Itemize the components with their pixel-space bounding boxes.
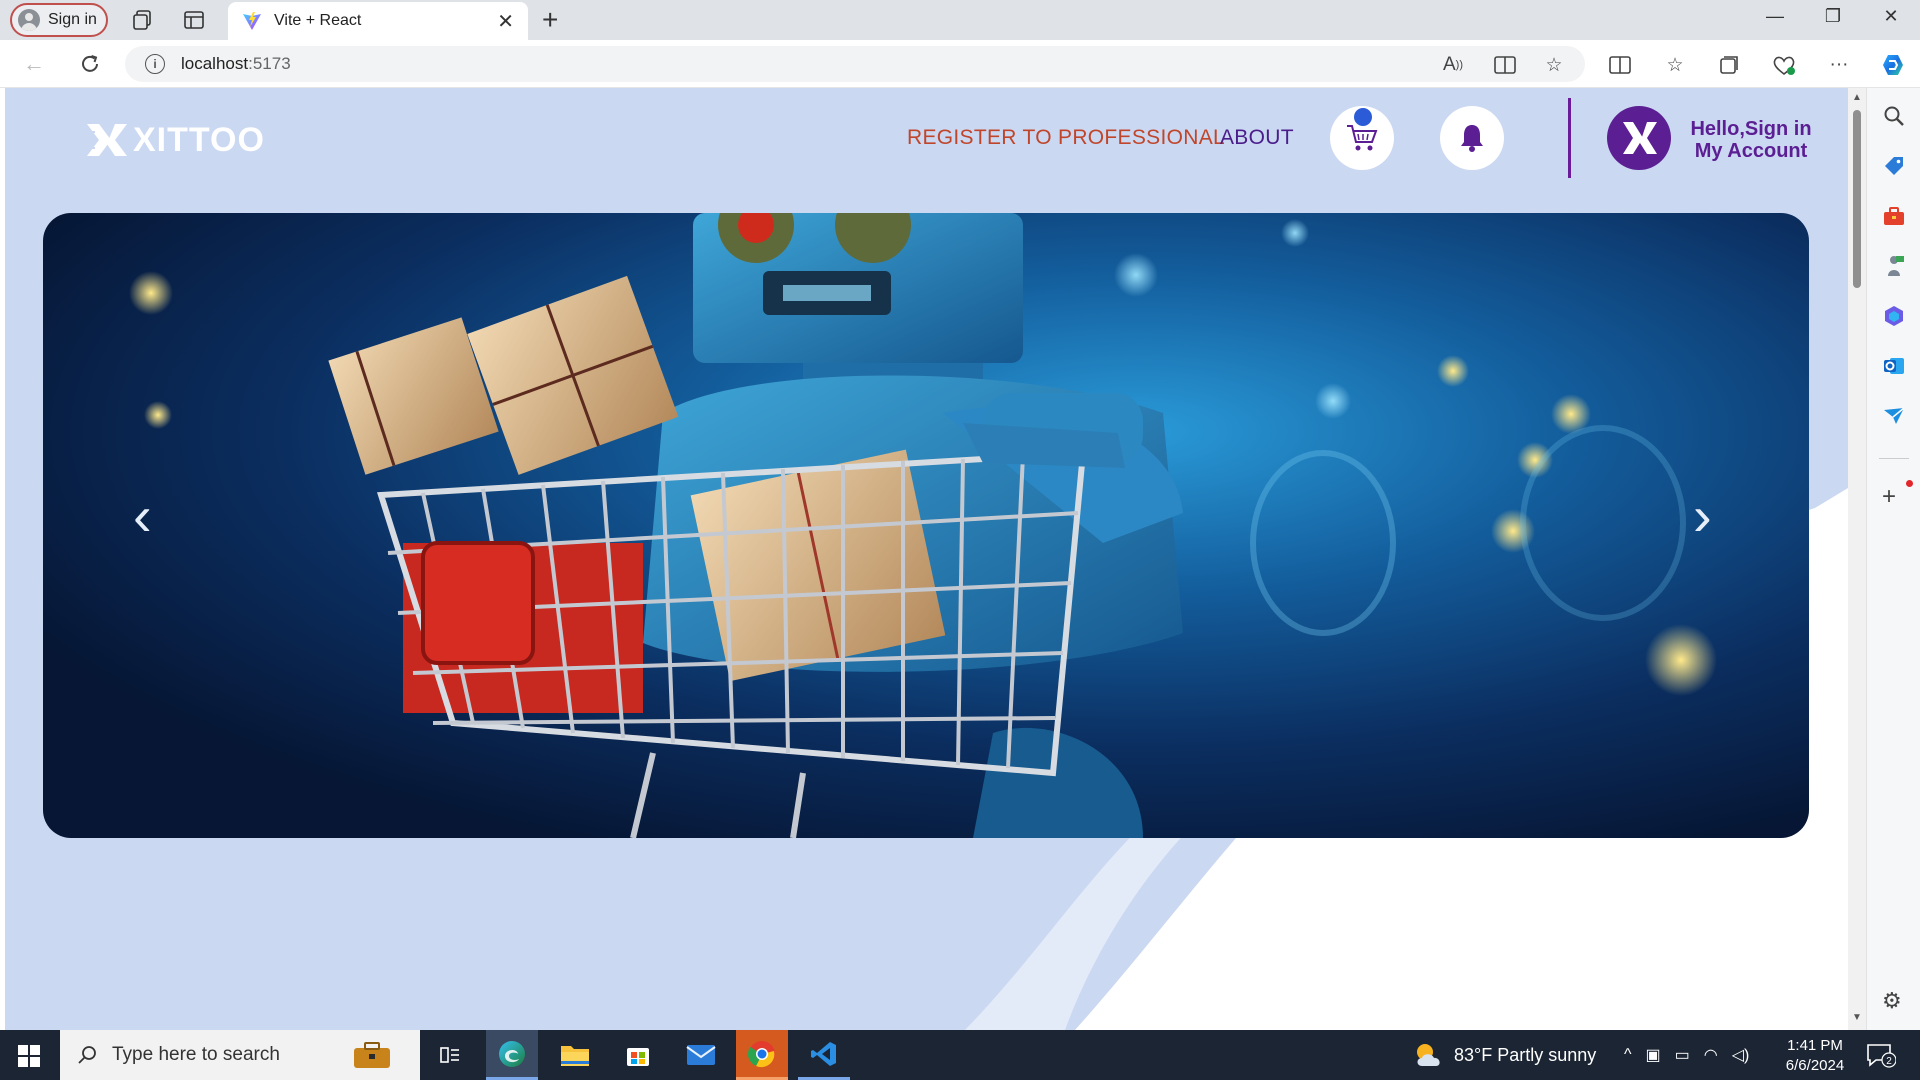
chevron-up-icon[interactable]: ^ <box>1624 1046 1632 1064</box>
hero-carousel: ‹ › <box>43 213 1809 838</box>
profile-avatar-icon <box>18 9 40 31</box>
clock-time: 1:41 PM <box>1787 1037 1843 1054</box>
games-icon[interactable] <box>1882 254 1906 278</box>
start-button-icon[interactable] <box>18 1045 40 1067</box>
taskbar-search[interactable]: Type here to search <box>60 1030 420 1080</box>
vite-favicon-icon <box>243 12 261 30</box>
scroll-thumb[interactable] <box>1853 110 1861 288</box>
xittoo-logo-icon <box>81 124 127 156</box>
notification-count: 2 <box>1886 1056 1892 1067</box>
weather-text: 83°F Partly sunny <box>1454 1044 1597 1065</box>
add-icon[interactable]: + <box>1882 483 1896 511</box>
profile-button[interactable]: Sign in <box>10 3 108 37</box>
taskbar-clock[interactable]: 1:41 PM 6/6/2024 <box>1770 1036 1860 1076</box>
wifi-icon[interactable]: ◠ <box>1704 1045 1718 1065</box>
account-label: My Account <box>1694 140 1808 162</box>
xittoo-avatar-icon <box>1623 122 1657 154</box>
tab-close-icon[interactable]: ✕ <box>497 9 514 34</box>
browser-essentials-icon[interactable] <box>1771 52 1797 78</box>
sidebar-separator <box>1879 458 1909 459</box>
hero-robot-cart-image <box>129 213 1717 838</box>
search-icon <box>78 1046 96 1064</box>
brand-name: XITTOO <box>133 120 265 159</box>
xittoo-page: XITTOO REGISTER TO PROFESSIONAL ABOUT He… <box>5 88 1848 1030</box>
scroll-up-icon[interactable]: ▲ <box>1852 92 1862 103</box>
profile-label: Sign in <box>48 11 97 28</box>
notifications-button[interactable] <box>1440 106 1504 170</box>
outlook-icon[interactable] <box>1882 354 1906 378</box>
immersive-reader-icon[interactable] <box>1492 52 1518 78</box>
address-toolbar: ← i localhost:5173 A)) ☆ ☆ ··· <box>0 40 1920 88</box>
url-field[interactable]: i localhost:5173 <box>125 46 1585 82</box>
volume-icon[interactable]: ◁) <box>1732 1045 1750 1065</box>
settings-icon[interactable]: ⚙ <box>1882 988 1902 1014</box>
tab-active[interactable]: Vite + React ✕ <box>228 2 528 40</box>
collections-icon[interactable] <box>1716 52 1742 78</box>
bell-icon <box>1461 125 1483 152</box>
header-divider <box>1568 98 1571 178</box>
scroll-down-icon[interactable]: ▼ <box>1852 1012 1862 1023</box>
favorites-icon[interactable]: ☆ <box>1662 52 1688 78</box>
tools-icon[interactable] <box>1882 204 1906 228</box>
taskbar-search-placeholder: Type here to search <box>112 1044 280 1065</box>
shopping-tag-icon[interactable] <box>1882 154 1906 178</box>
site-info-icon[interactable]: i <box>145 54 165 74</box>
url-host: localhost <box>181 54 249 73</box>
page-viewport: XITTOO REGISTER TO PROFESSIONAL ABOUT He… <box>0 88 1866 1030</box>
account-avatar[interactable] <box>1607 106 1671 170</box>
search-icon[interactable] <box>1882 104 1906 128</box>
nav-register-professional[interactable]: REGISTER TO PROFESSIONAL <box>907 126 1225 150</box>
notification-center-icon[interactable]: 2 <box>1866 1030 1896 1080</box>
site-logo[interactable]: XITTOO <box>81 120 265 160</box>
send-icon[interactable] <box>1882 404 1906 428</box>
restore-icon[interactable]: ❐ <box>1818 6 1848 27</box>
cart-icon <box>1347 125 1378 151</box>
browser-sidebar: + ⚙ <box>1866 88 1920 1030</box>
battery-icon[interactable]: ▭ <box>1675 1045 1690 1065</box>
meet-now-icon[interactable]: ▣ <box>1646 1045 1661 1065</box>
back-icon[interactable]: ← <box>20 50 48 78</box>
url-port: :5173 <box>248 54 291 73</box>
page-scrollbar[interactable]: ▲ ▼ <box>1848 88 1866 1030</box>
notification-dot <box>1906 480 1913 487</box>
favorite-star-icon[interactable]: ☆ <box>1541 52 1567 78</box>
close-window-icon[interactable]: ✕ <box>1876 6 1906 27</box>
file-explorer-icon[interactable] <box>549 1030 601 1080</box>
account-greeting: Hello,Sign in <box>1690 118 1812 140</box>
edge-taskbar-icon[interactable] <box>486 1030 538 1080</box>
weather-widget[interactable]: 83°F Partly sunny <box>1412 1030 1596 1080</box>
system-tray: ^ ▣ ▭ ◠ ◁) <box>1624 1030 1749 1080</box>
microsoft-store-icon[interactable] <box>612 1030 664 1080</box>
tab-title: Vite + React <box>274 12 362 29</box>
browser-titlebar: Sign in Vite + React ✕ + — ❐ ✕ <box>0 0 1920 40</box>
partly-sunny-icon <box>1417 1044 1440 1066</box>
carousel-prev-button[interactable]: ‹ <box>133 483 152 548</box>
chrome-icon[interactable] <box>736 1030 788 1080</box>
account-menu[interactable]: Hello,Sign in My Account <box>1681 118 1821 162</box>
briefcase-icon <box>354 1042 390 1068</box>
cart-badge <box>1354 108 1372 126</box>
task-view-icon[interactable] <box>424 1030 476 1080</box>
split-screen-icon[interactable] <box>1607 52 1633 78</box>
windows-taskbar: Type here to search 83°F Partly sunny ^ … <box>0 1030 1920 1080</box>
tab-actions-icon[interactable] <box>182 8 206 32</box>
workspaces-icon[interactable] <box>130 8 154 32</box>
carousel-next-button[interactable]: › <box>1693 483 1712 548</box>
microsoft365-icon[interactable] <box>1882 304 1906 328</box>
refresh-icon[interactable] <box>76 50 104 78</box>
more-icon[interactable]: ··· <box>1826 52 1852 78</box>
vscode-icon[interactable] <box>798 1030 850 1080</box>
copilot-icon[interactable] <box>1880 52 1906 78</box>
minimize-icon[interactable]: — <box>1760 6 1790 27</box>
clock-date: 6/6/2024 <box>1785 1057 1845 1074</box>
new-tab-icon[interactable]: + <box>542 4 558 36</box>
mail-icon[interactable] <box>675 1030 727 1080</box>
read-aloud-icon[interactable]: A)) <box>1440 52 1466 78</box>
nav-about[interactable]: ABOUT <box>1220 126 1294 150</box>
